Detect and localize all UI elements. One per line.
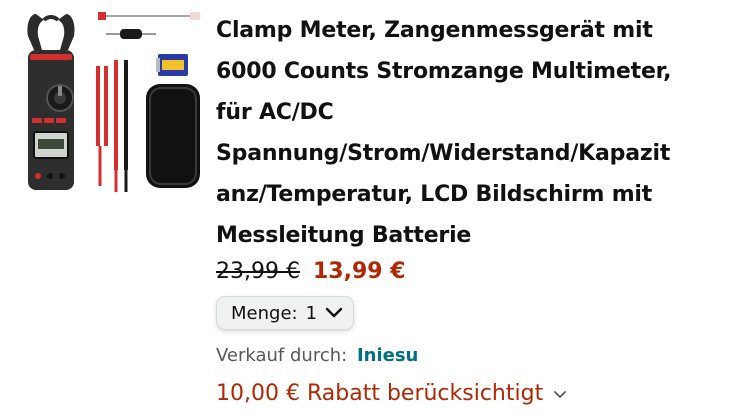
product-image[interactable] — [16, 6, 208, 198]
discount-toggle[interactable]: 10,00 € Rabatt berücksichtigt — [216, 380, 567, 408]
batteries-graphic — [156, 54, 188, 76]
seller-label: Verkauf durch: — [216, 345, 348, 366]
title-line: Clamp Meter, Zangenmessgerät mit — [216, 18, 653, 43]
title-line: Messleitung Batterie — [216, 223, 472, 248]
product-title[interactable]: Clamp Meter, Zangenmessgerät mit 6000 Co… — [216, 10, 736, 256]
old-price: 23,99 € — [216, 259, 300, 284]
title-line: 6000 Counts Stromzange Multimeter, — [216, 59, 672, 84]
discount-text: 10,00 € Rabatt berücksichtigt — [216, 381, 544, 406]
title-line: anz/Temperatur, LCD Bildschirm mit — [216, 182, 653, 207]
quantity-label: Menge: — [231, 302, 298, 324]
chevron-down-small-icon — [554, 391, 567, 398]
seller-link[interactable]: Iniesu — [357, 345, 418, 366]
product-details: Clamp Meter, Zangenmessgerät mit 6000 Co… — [216, 10, 736, 408]
price-row: 23,99 € 13,99 € — [216, 258, 736, 286]
quantity-select[interactable]: Menge: 1 — [216, 296, 355, 330]
title-line: Spannung/Strom/Widerstand/Kapazit — [216, 141, 671, 166]
seller-row: Verkauf durch: Iniesu — [216, 344, 736, 368]
new-price: 13,99 € — [312, 259, 406, 284]
chevron-down-icon — [325, 307, 343, 318]
quantity-value: 1 — [305, 302, 318, 324]
title-line: für AC/DC — [216, 100, 334, 125]
carrying-case-graphic — [146, 84, 200, 188]
